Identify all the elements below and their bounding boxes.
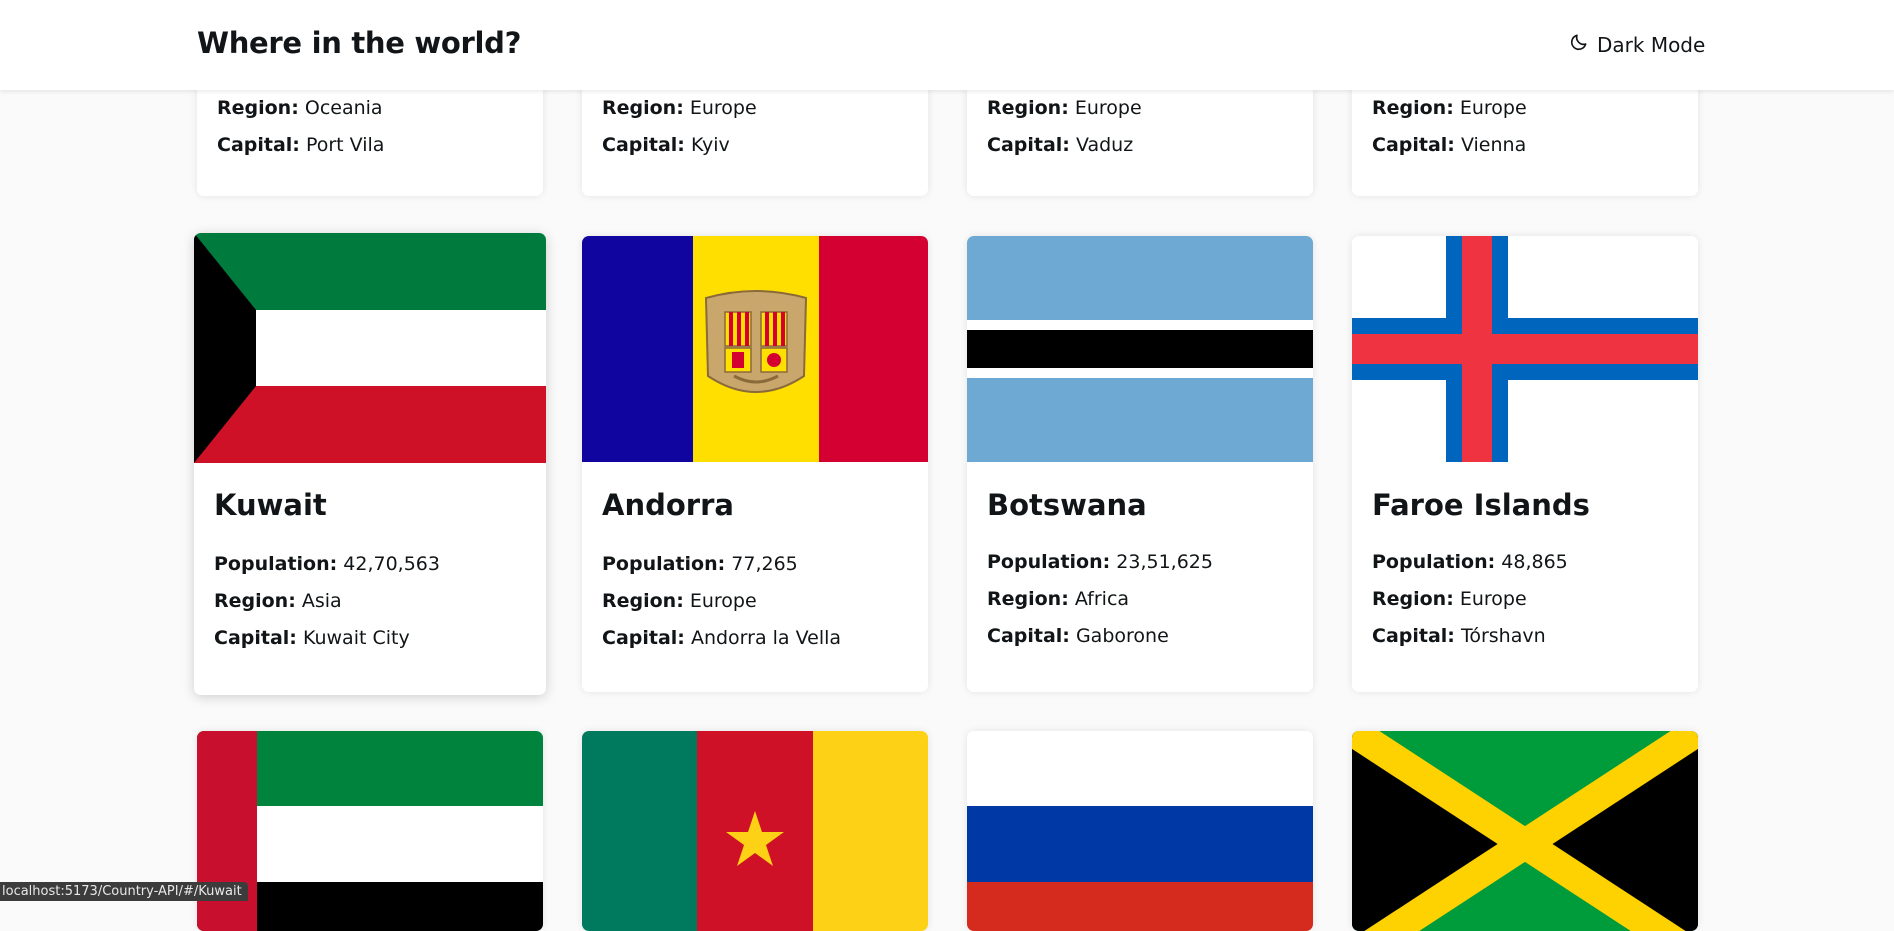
- app-header: Where in the world? Dark Mode: [0, 0, 1894, 90]
- dark-mode-toggle[interactable]: Dark Mode: [1569, 32, 1705, 57]
- region-line: Region: Oceania: [217, 97, 383, 119]
- country-card-kuwait[interactable]: Kuwait Population: 42,70,563 Region: Asi…: [194, 233, 546, 695]
- country-name: Botswana: [987, 488, 1147, 522]
- cameroon-flag: [582, 731, 928, 931]
- region-line: Region: Africa: [987, 588, 1130, 610]
- capital-line: Capital: Port Vila: [217, 134, 385, 156]
- country-card[interactable]: [967, 731, 1313, 931]
- capital-line: Capital: Tórshavn: [1372, 625, 1546, 647]
- capital-value: Port Vila: [305, 134, 385, 156]
- link-status-bar: localhost:5173/Country-API/#/Kuwait: [0, 882, 248, 901]
- population-value: 23,51,625: [1116, 551, 1213, 573]
- capital-value: Tórshavn: [1460, 625, 1546, 647]
- country-name: Faroe Islands: [1372, 488, 1590, 522]
- country-card[interactable]: [1352, 731, 1698, 931]
- population-line: Population: 48,865: [1372, 551, 1568, 573]
- capital-value: Kyiv: [690, 134, 730, 156]
- botswana-flag: [967, 236, 1313, 462]
- region-line: Region: Europe: [1372, 97, 1527, 119]
- region-line: Region: Europe: [1372, 588, 1527, 610]
- capital-value: Vienna: [1460, 134, 1527, 156]
- andorra-flag: [582, 236, 928, 462]
- capital-value: Andorra la Vella: [690, 627, 842, 649]
- capital-line: Capital: Kuwait City: [214, 627, 410, 649]
- capital-value: Vaduz: [1075, 134, 1134, 156]
- kuwait-flag: [194, 233, 546, 463]
- country-card[interactable]: [582, 731, 928, 931]
- country-card-botswana[interactable]: Botswana Population: 23,51,625 Region: A…: [967, 236, 1313, 692]
- country-name: Kuwait: [214, 488, 327, 522]
- country-card[interactable]: [197, 731, 543, 931]
- andorra-coat-of-arms-icon: [704, 290, 808, 393]
- population-line: Population: 23,51,625: [987, 551, 1213, 573]
- population-value: 42,70,563: [343, 553, 440, 575]
- region-value: Europe: [1459, 97, 1527, 119]
- capital-line: Capital: Andorra la Vella: [602, 627, 842, 649]
- region-value: Africa: [1074, 588, 1130, 610]
- dark-mode-label: Dark Mode: [1597, 32, 1706, 57]
- region-value: Europe: [689, 97, 757, 119]
- country-card-faroe-islands[interactable]: Faroe Islands Population: 48,865 Region:…: [1352, 236, 1698, 692]
- app-title: Where in the world?: [197, 26, 522, 60]
- population-value: 48,865: [1501, 551, 1568, 573]
- region-line: Region: Europe: [987, 97, 1142, 119]
- capital-value: Gaborone: [1075, 625, 1169, 647]
- region-line: Region: Europe: [602, 590, 757, 612]
- capital-value: Kuwait City: [302, 627, 410, 649]
- jamaica-flag: [1352, 731, 1698, 931]
- region-value: Oceania: [304, 97, 383, 119]
- moon-icon: [1569, 32, 1589, 57]
- capital-line: Capital: Vienna: [1372, 134, 1527, 156]
- uae-flag: [197, 731, 543, 931]
- region-value: Europe: [1074, 97, 1142, 119]
- capital-line: Capital: Vaduz: [987, 134, 1134, 156]
- capital-line: Capital: Kyiv: [602, 134, 730, 156]
- region-line: Region: Europe: [602, 97, 757, 119]
- country-name: Andorra: [602, 488, 734, 522]
- faroe-islands-flag: [1352, 236, 1698, 462]
- region-value: Asia: [301, 590, 342, 612]
- region-value: Europe: [689, 590, 757, 612]
- country-card-andorra[interactable]: Andorra Population: 77,265 Region: Europ…: [582, 236, 928, 692]
- capital-line: Capital: Gaborone: [987, 625, 1169, 647]
- region-line: Region: Asia: [214, 590, 342, 612]
- russia-flag: [967, 731, 1313, 931]
- population-line: Population: 77,265: [602, 553, 798, 575]
- region-value: Europe: [1459, 588, 1527, 610]
- population-line: Population: 42,70,563: [214, 553, 440, 575]
- population-value: 77,265: [731, 553, 798, 575]
